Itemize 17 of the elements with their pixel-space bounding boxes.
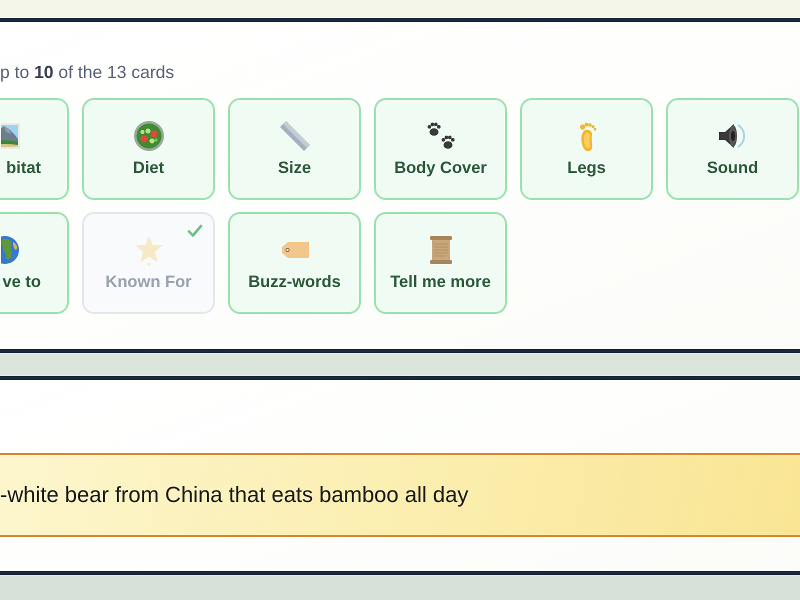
topic-card[interactable]: Body Cover [374, 98, 507, 200]
salad-bowl-icon [132, 120, 164, 152]
topic-card[interactable]: Tell me more [374, 212, 507, 314]
topic-card[interactable]: Legs [520, 98, 653, 200]
paw-prints-icon [424, 120, 456, 152]
topic-card[interactable]: Diet [82, 98, 215, 200]
landscape-picture-icon [1, 120, 21, 152]
topic-card[interactable]: Size [228, 98, 361, 200]
ruler-icon [278, 120, 310, 152]
topic-card[interactable]: Buzz-words [228, 212, 361, 314]
globe-icon [1, 234, 21, 266]
description-text: -white bear from China that eats bamboo all day [0, 481, 468, 509]
topic-card[interactable]: bitat [0, 98, 69, 200]
topic-card[interactable]: ve to [0, 212, 69, 314]
topic-card[interactable]: Sound [666, 98, 799, 200]
checkmark-icon [187, 224, 203, 238]
instruction-text: p to 10 of the 13 cards [0, 62, 176, 82]
